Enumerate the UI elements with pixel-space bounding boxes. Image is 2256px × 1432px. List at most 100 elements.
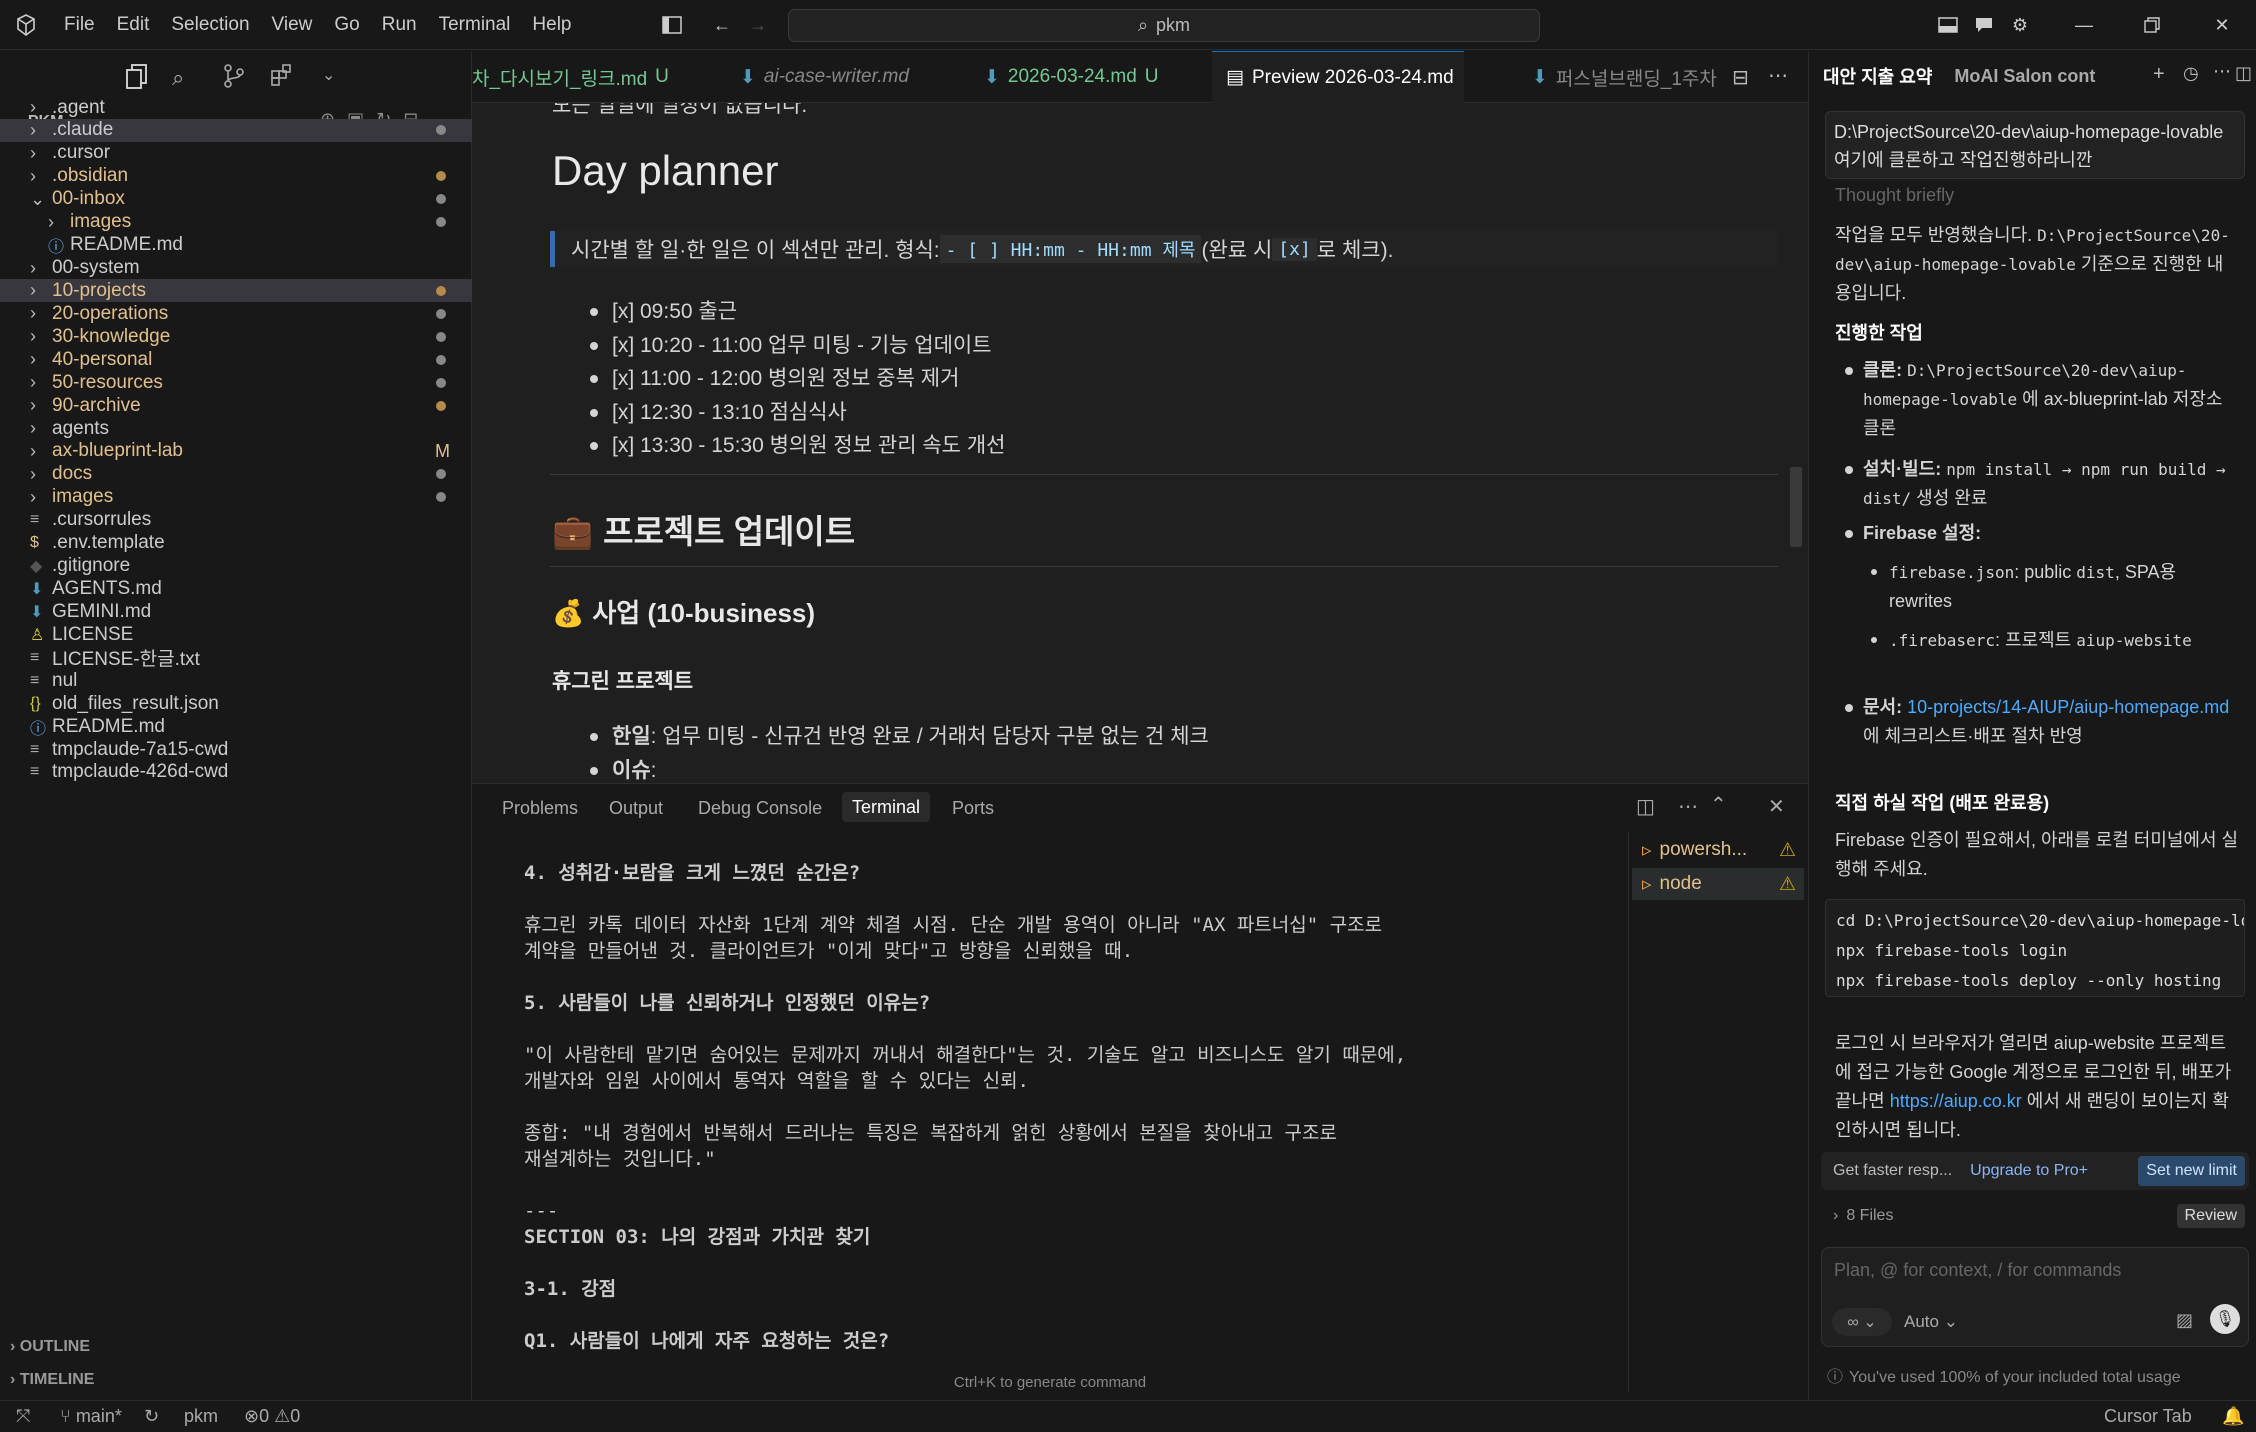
problems-indicator[interactable]: ⊗0 ⚠0	[244, 1406, 300, 1427]
forward-arrow-icon[interactable]: →	[746, 13, 770, 37]
tab-terminal[interactable]: Terminal	[842, 792, 931, 822]
folder-item-images[interactable]: › images	[0, 486, 472, 509]
chevron-down-icon[interactable]: ⌄	[322, 65, 335, 85]
file-item-nul[interactable]: ≡ nul	[0, 669, 472, 692]
file-item-env-template[interactable]: $ .env.template	[0, 532, 472, 555]
back-arrow-icon[interactable]: ←	[710, 13, 734, 37]
menu-file[interactable]: File	[64, 14, 95, 36]
more-actions-icon[interactable]: ⋯	[1678, 794, 1698, 819]
code-block[interactable]: cd D:\ProjectSource\20-dev\aiup-homepage…	[1825, 899, 2245, 997]
folder-item-agent[interactable]: › .agent	[0, 96, 472, 119]
explorer-files-icon[interactable]	[124, 63, 152, 91]
close-panel-icon[interactable]: ✕	[1768, 794, 1785, 819]
file-item-agents-md[interactable]: ⬇ AGENTS.md	[0, 578, 472, 601]
close-window-icon[interactable]: ✕	[2210, 13, 2234, 37]
minimize-icon[interactable]: —	[2072, 13, 2096, 37]
file-item-old-files-result-json[interactable]: {} old_files_result.json	[0, 692, 472, 715]
set-limit-button[interactable]: Set new limit	[2138, 1156, 2245, 1186]
folder-item-00-system[interactable]: › 00-system	[0, 257, 472, 280]
tab-personal-branding[interactable]: ⬇ 퍼스널브랜딩_1주차	[1532, 51, 1726, 103]
toggle-sidebar-icon[interactable]	[660, 13, 684, 37]
timeline-section[interactable]: › TIMELINE	[10, 1371, 94, 1389]
layout-panel-icon[interactable]	[1936, 13, 1960, 37]
menu-run[interactable]: Run	[382, 14, 417, 36]
folder-item-images[interactable]: › images	[0, 211, 472, 234]
command-center-search[interactable]: ⌕ pkm	[788, 9, 1540, 42]
gear-icon[interactable]: ⚙	[2008, 13, 2032, 37]
menu-selection[interactable]: Selection	[171, 14, 249, 36]
file-item-tmpclaude-426d-cwd[interactable]: ≡ tmpclaude-426d-cwd	[0, 761, 472, 784]
terminal-tab-powershell[interactable]: ▹ powersh... ⚠	[1632, 834, 1804, 866]
terminal-output[interactable]: 4. 성취감·보람을 크게 느꼈던 순간은? 휴그린 카톡 데이터 자산화 1단계…	[524, 860, 1624, 1370]
user-message[interactable]: D:\ProjectSource\20-dev\aiup-homepage-lo…	[1825, 111, 2245, 179]
menu-edit[interactable]: Edit	[117, 14, 150, 36]
upgrade-link[interactable]: Upgrade to Pro+	[1970, 1162, 2088, 1180]
file-item-license-한글-txt[interactable]: ≡ LICENSE-한글.txt	[0, 646, 472, 671]
file-item-readme-md[interactable]: ⓘ README.md	[0, 715, 472, 738]
search-view-icon[interactable]: ⌕	[172, 65, 184, 91]
menu-help[interactable]: Help	[532, 14, 571, 36]
chat-tab-active[interactable]: 대안 지출 요약	[1823, 63, 1932, 89]
remote-icon[interactable]: ⤧	[16, 1406, 30, 1427]
maximize-panel-icon[interactable]: ⌃	[1710, 792, 1727, 817]
tab-daily-note[interactable]: ⬇ 2026-03-24.md U	[984, 51, 1160, 103]
history-icon[interactable]: ◷	[2183, 63, 2199, 84]
bell-icon[interactable]: 🔔	[2222, 1406, 2244, 1427]
thought-label[interactable]: Thought briefly	[1835, 185, 1954, 206]
folder-item-claude[interactable]: › .claude	[0, 118, 472, 142]
infinity-mode-icon[interactable]: ∞ ⌄	[1832, 1308, 1892, 1336]
file-item-tmpclaude-7a15-cwd[interactable]: ≡ tmpclaude-7a15-cwd	[0, 738, 472, 761]
file-item-readme-md[interactable]: ⓘ README.md	[0, 234, 472, 257]
editor-scrollbar[interactable]	[1790, 467, 1802, 547]
tab-debug-console[interactable]: Debug Console	[698, 798, 822, 819]
restore-icon[interactable]	[2140, 13, 2164, 37]
menu-go[interactable]: Go	[334, 14, 359, 36]
review-button[interactable]: Review	[2176, 1204, 2245, 1228]
microphone-icon[interactable]: 🎙	[2210, 1304, 2240, 1334]
source-control-icon[interactable]	[222, 63, 246, 89]
folder-item-50-resources[interactable]: › 50-resources	[0, 371, 472, 394]
tab-link-file[interactable]: 차_다시보기_링크.md U	[472, 51, 668, 103]
folder-item-00-inbox[interactable]: ⌄ 00-inbox	[0, 188, 472, 211]
folder-item-obsidian[interactable]: › .obsidian	[0, 165, 472, 188]
split-editor-icon[interactable]: ⊟	[1732, 65, 1749, 90]
folder-item-docs[interactable]: › docs	[0, 463, 472, 486]
more-actions-icon[interactable]: ⋯	[2213, 61, 2231, 82]
sync-icon[interactable]: ↻	[144, 1406, 159, 1427]
file-item-cursorrules[interactable]: ≡ .cursorrules	[0, 509, 472, 532]
tab-output[interactable]: Output	[609, 798, 663, 819]
outline-section[interactable]: › OUTLINE	[10, 1338, 90, 1356]
folder-item-10-projects[interactable]: › 10-projects	[0, 279, 472, 303]
branch-indicator[interactable]: ⑂ main*	[60, 1406, 122, 1427]
file-item-gemini-md[interactable]: ⬇ GEMINI.md	[0, 600, 472, 623]
tab-ports[interactable]: Ports	[952, 798, 994, 819]
toggle-panel-icon[interactable]: ◫	[2235, 63, 2252, 84]
file-item-gitignore[interactable]: ◆ .gitignore	[0, 555, 472, 578]
folder-item-cursor[interactable]: › .cursor	[0, 142, 472, 165]
workspace-name[interactable]: pkm	[184, 1406, 218, 1427]
menu-view[interactable]: View	[272, 14, 313, 36]
image-attach-icon[interactable]: ▨	[2176, 1310, 2193, 1331]
chat-tab-other[interactable]: MoAI Salon cont	[1954, 66, 2095, 87]
folder-item-90-archive[interactable]: › 90-archive	[0, 394, 472, 417]
chat-bubble-icon[interactable]	[1972, 13, 1996, 37]
terminal-tab-node[interactable]: ▹ node ⚠	[1632, 868, 1804, 900]
model-selector[interactable]: Auto ⌄	[1904, 1312, 1958, 1332]
folder-item-ax-blueprint-lab[interactable]: › ax-blueprint-lab M	[0, 440, 472, 463]
extensions-icon[interactable]	[270, 63, 294, 87]
file-item-license[interactable]: ♙ LICENSE	[0, 623, 472, 646]
files-changed-row[interactable]: › 8 Files Review	[1833, 1201, 2245, 1231]
chat-input-box[interactable]: Plan, @ for context, / for commands ∞ ⌄ …	[1821, 1247, 2249, 1347]
tab-preview-active[interactable]: ▤Preview 2026-03-24.md✕	[1212, 51, 1464, 103]
folder-item-30-knowledge[interactable]: › 30-knowledge	[0, 325, 472, 348]
tab-problems[interactable]: Problems	[502, 798, 578, 819]
cursor-tab-status[interactable]: Cursor Tab	[2104, 1406, 2192, 1427]
new-chat-icon[interactable]: +	[2153, 63, 2165, 86]
tab-ai-case-writer[interactable]: ⬇ ai-case-writer.md	[740, 51, 948, 103]
split-terminal-icon[interactable]: ◫	[1636, 794, 1655, 819]
site-link[interactable]: https://aiup.co.kr	[1890, 1091, 2022, 1111]
folder-item-agents[interactable]: › agents	[0, 417, 472, 440]
doc-link[interactable]: 10-projects/14-AIUP/aiup-homepage.md	[1907, 697, 2229, 717]
folder-item-20-operations[interactable]: › 20-operations	[0, 302, 472, 325]
more-actions-icon[interactable]: ⋯	[1768, 63, 1788, 88]
